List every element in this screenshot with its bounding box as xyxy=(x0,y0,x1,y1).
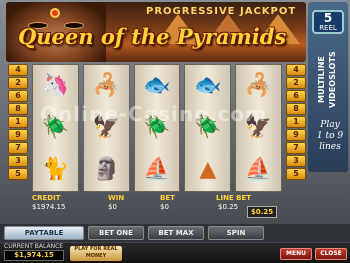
payline-number[interactable]: 5 xyxy=(286,168,306,180)
payline-number[interactable]: 3 xyxy=(286,155,306,167)
fish-icon: 🐟 xyxy=(194,73,222,98)
payline-numbers-right: 426819735 xyxy=(286,64,306,181)
payline-number[interactable]: 2 xyxy=(286,77,306,89)
reel-count-badge: 5 REEL xyxy=(312,10,344,34)
win-value: $0 xyxy=(108,203,117,211)
sphinx-icon: 🗿 xyxy=(92,157,120,182)
game-title: Queen of the Pyramids xyxy=(18,24,287,49)
cat-statue-icon: 🐈 xyxy=(41,157,70,182)
reel-column: 🐟 🪲 ⛵ xyxy=(133,64,181,192)
fish-icon: 🐟 xyxy=(143,73,171,98)
line-bet-label: LINE BET xyxy=(216,194,252,202)
payline-number[interactable]: 4 xyxy=(286,64,306,76)
payline-number[interactable]: 5 xyxy=(8,168,28,180)
paytable-button[interactable]: PAYTABLE xyxy=(4,226,84,240)
reel-area[interactable]: 🦄 🪲 🐈 🦂 🦅 🗿 🐟 🪲 ⛵ 🐟 🪲 ▲ 🦂 🦅 ⛵ xyxy=(32,64,282,192)
balance-label: CURRENT BALANCE xyxy=(4,243,64,250)
reel-column: 🦂 🦅 ⛵ xyxy=(235,64,282,192)
balance-value: $1,974.15 xyxy=(4,250,64,261)
reel-column: 🦄 🪲 🐈 xyxy=(32,64,79,192)
spin-button[interactable]: SPIN xyxy=(208,226,264,240)
credit-label: CREDIT xyxy=(32,194,61,202)
payline-number[interactable]: 9 xyxy=(286,129,306,141)
jewel-icon xyxy=(50,8,60,18)
payline-number[interactable]: 7 xyxy=(8,142,28,154)
bet-one-button[interactable]: BET ONE xyxy=(88,226,144,240)
game-header: PROGRESSIVE JACKPOT Queen of the Pyramid… xyxy=(6,2,306,62)
unicorn-icon: 🦄 xyxy=(41,73,70,98)
payline-number[interactable]: 1 xyxy=(286,116,306,128)
progressive-jackpot-label: PROGRESSIVE JACKPOT xyxy=(146,6,297,17)
menu-button[interactable]: MENU xyxy=(280,248,312,260)
lines-label: lines xyxy=(319,142,341,152)
payline-number[interactable]: 3 xyxy=(8,155,28,167)
bet-max-button[interactable]: BET MAX xyxy=(148,226,204,240)
payline-number[interactable]: 6 xyxy=(8,90,28,102)
credit-value: $1974.15 xyxy=(32,203,66,211)
payline-number[interactable]: 4 xyxy=(8,64,28,76)
real-money-button[interactable]: PLAY FOR REAL MONEY xyxy=(70,246,122,261)
scorpion-icon: 🦂 xyxy=(244,73,273,98)
info-bar: CREDIT $1974.15 WIN $0 BET $0 LINE BET $… xyxy=(28,194,278,214)
reel-column: 🐟 🪲 ▲ xyxy=(184,64,232,192)
multiline-label: MULTILINE VIDEOSLOTS xyxy=(317,51,337,109)
play-lines-info: Play 1 to 9 lines xyxy=(312,120,348,153)
payline-number[interactable]: 8 xyxy=(286,103,306,115)
reel-column: 🦂 🦅 🗿 xyxy=(82,64,130,192)
payline-number[interactable]: 2 xyxy=(8,77,28,89)
reel-count: 5 xyxy=(323,11,333,25)
bet-amount-selector[interactable]: $0.25 xyxy=(247,206,277,218)
play-range: 1 to 9 xyxy=(316,131,344,141)
scorpion-icon: 🦂 xyxy=(92,73,120,98)
bet-value: $0 xyxy=(160,203,169,211)
line-bet-value: $0.25 xyxy=(218,203,239,211)
boat-icon: ⛵ xyxy=(143,157,171,182)
play-label: Play xyxy=(320,120,340,130)
pyramid-icon: ▲ xyxy=(199,157,217,182)
close-button[interactable]: CLOSE xyxy=(315,248,347,260)
boat-icon: ⛵ xyxy=(244,157,273,182)
payline-number[interactable]: 1 xyxy=(8,116,28,128)
payline-numbers-left: 426819735 xyxy=(8,64,28,181)
payline-number[interactable]: 6 xyxy=(286,90,306,102)
reel-word: REEL xyxy=(319,24,337,32)
payline-number[interactable]: 8 xyxy=(8,103,28,115)
payline-number[interactable]: 9 xyxy=(8,129,28,141)
payline-number[interactable]: 7 xyxy=(286,142,306,154)
bet-label: BET xyxy=(160,194,175,202)
win-label: WIN xyxy=(108,194,125,202)
watermark: Online-Casino.com xyxy=(40,102,267,126)
